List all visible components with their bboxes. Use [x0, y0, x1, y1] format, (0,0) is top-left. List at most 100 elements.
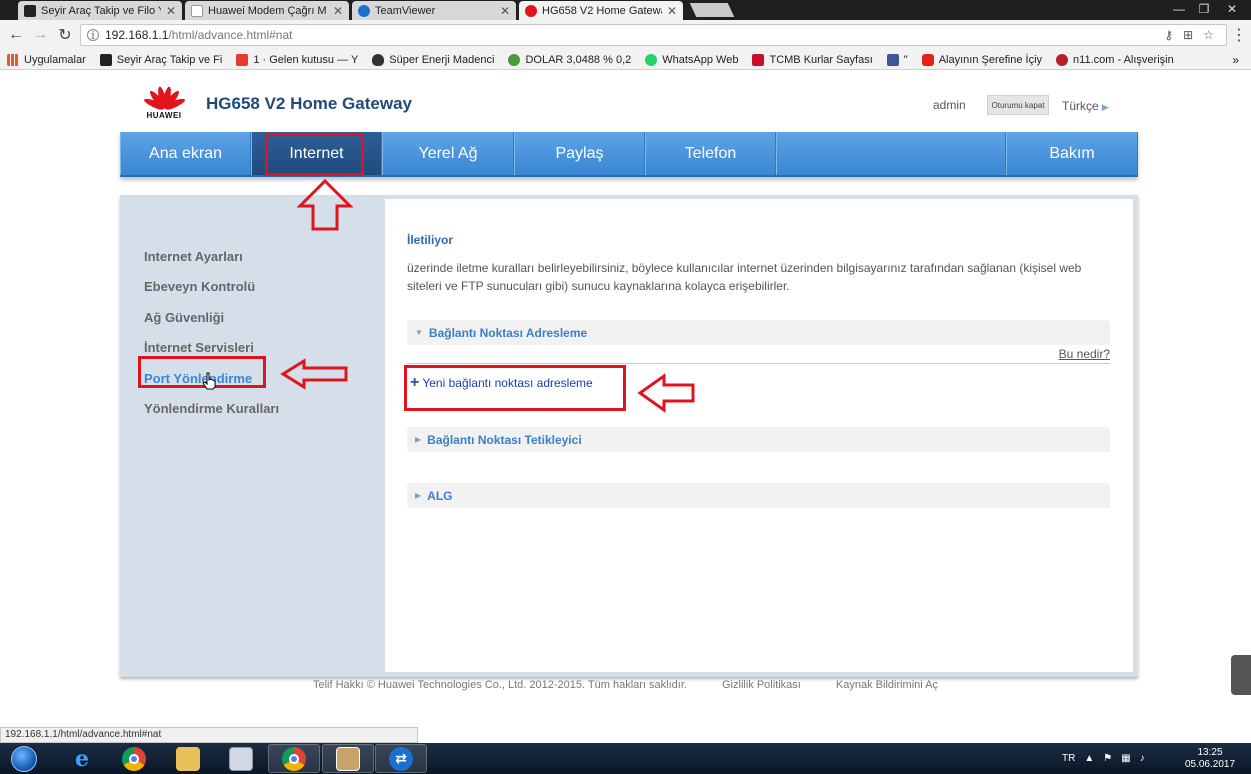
divider: [407, 363, 1110, 364]
taskbar-calculator[interactable]: [215, 744, 267, 773]
language-selector[interactable]: Türkçe ▶: [1062, 99, 1109, 113]
back-arrow-icon[interactable]: ←: [6, 25, 26, 45]
triangle-right-icon: ▶: [415, 435, 422, 444]
sidebar-item-label: Ebeveyn Kontrolü: [144, 279, 256, 295]
taskbar-chrome-active[interactable]: [268, 744, 320, 773]
close-tab-icon[interactable]: ✕: [333, 4, 343, 18]
bookmark-star-icon[interactable]: ☆: [1203, 28, 1214, 42]
sidebar-item-label: Yönlendirme Kuralları: [144, 401, 280, 417]
coin-icon: [508, 53, 521, 66]
bookmark-whatsapp[interactable]: WhatsApp Web: [638, 53, 745, 66]
facebook-icon: [886, 53, 899, 66]
close-tab-icon[interactable]: ✕: [500, 4, 510, 18]
close-window-icon[interactable]: ✕: [1220, 0, 1244, 18]
shield-icon: [372, 53, 385, 66]
translate-icon[interactable]: ⊞: [1183, 28, 1193, 42]
folder-icon: [176, 746, 200, 771]
source-notice-link[interactable]: Kaynak Bildirimini Aç: [836, 679, 938, 691]
help-link[interactable]: Bu nedir?: [1059, 347, 1110, 361]
nav-yerel-ag[interactable]: Yerel Ağ: [382, 132, 514, 175]
tab-seyir[interactable]: Seyir Araç Takip ve Filo Y ✕: [18, 1, 182, 20]
taskbar-ie[interactable]: e: [56, 744, 108, 773]
bookmark-label: 1 · Gelen kutusu — Y: [253, 53, 359, 66]
key-icon[interactable]: ⚷: [1164, 28, 1173, 42]
reload-icon[interactable]: ↻: [55, 25, 75, 45]
nav-label: Ana ekran: [149, 144, 222, 162]
bookmark-n11[interactable]: n11.com - Alışverişin: [1049, 53, 1181, 66]
sidebar-item-ebeveyn-kontrolu[interactable]: Ebeveyn Kontrolü: [144, 272, 279, 303]
sidebar-item-label: İnternet Servisleri: [144, 340, 254, 356]
bookmark-super-enerji[interactable]: Süper Enerji Madenci: [365, 53, 501, 66]
logout-button[interactable]: Oturumu kapat: [987, 95, 1049, 115]
network-icon[interactable]: ▦: [1121, 753, 1130, 764]
accordion-title: Bağlantı Noktası Tetikleyici: [427, 432, 582, 447]
menu-dots-icon[interactable]: ⋮: [1229, 25, 1249, 45]
bookmark-label: Süper Enerji Madenci: [389, 53, 495, 66]
volume-icon[interactable]: ♪: [1140, 753, 1145, 764]
calculator-icon: [229, 746, 253, 771]
seyir-icon: [99, 53, 112, 66]
accordion-alg[interactable]: ▶ ALG: [407, 483, 1110, 508]
privacy-link[interactable]: Gizlilik Politikası: [722, 679, 801, 691]
teamviewer-side-widget[interactable]: [1231, 655, 1251, 695]
bookmark-tcmb[interactable]: TCMB Kurlar Sayfası: [745, 53, 879, 66]
accordion-title: ALG: [427, 488, 453, 503]
tcmb-icon: [752, 53, 765, 66]
address-bar[interactable]: i 192.168.1.1/html/advance.html#nat ⚷ ⊞ …: [80, 24, 1227, 46]
system-tray: TR ▲ ⚑ ▦ ♪: [1062, 743, 1145, 774]
tab-huawei-modem[interactable]: Huawei Modem Çağrı M ✕: [185, 1, 349, 20]
start-button[interactable]: [6, 744, 42, 774]
document-favicon-icon: [191, 4, 203, 17]
nav-telefon[interactable]: Telefon: [645, 132, 776, 175]
nav-paylas[interactable]: Paylaş: [514, 132, 645, 175]
nav-bakim[interactable]: Bakım: [1006, 132, 1138, 175]
internet-explorer-icon: e: [75, 745, 89, 772]
username: admin: [933, 98, 966, 112]
huawei-flower-icon: [142, 80, 187, 112]
minimize-icon[interactable]: —: [1167, 0, 1191, 18]
sidebar-item-internet-ayarlari[interactable]: Internet Ayarları: [144, 241, 279, 272]
tab-teamviewer[interactable]: TeamViewer ✕: [352, 1, 516, 20]
forward-arrow-icon[interactable]: →: [30, 25, 50, 45]
bookmarks-bar: Uygulamalar Seyir Araç Takip ve Fi 1 · G…: [0, 50, 1251, 70]
tab-title: TeamViewer: [375, 4, 436, 17]
sidebar-item-yonlendirme-kurallari[interactable]: Yönlendirme Kuralları: [144, 394, 279, 425]
bookmark-dolar[interactable]: DOLAR 3,0488 % 0,2: [501, 53, 638, 66]
show-hidden-icons-icon[interactable]: ▲: [1084, 753, 1094, 764]
triangle-down-icon: ▼: [415, 328, 423, 337]
tab-hg658[interactable]: HG658 V2 Home Gatewa ✕: [519, 1, 683, 20]
taskbar-explorer[interactable]: [162, 744, 214, 773]
close-tab-icon[interactable]: ✕: [166, 4, 176, 18]
bookmark-mail[interactable]: 1 · Gelen kutusu — Y: [229, 53, 365, 66]
main-panel: İletiliyor üzerinde iletme kuralları bel…: [385, 199, 1133, 672]
accordion-port-mapping[interactable]: ▼ Bağlantı Noktası Adresleme: [407, 320, 1110, 345]
clock[interactable]: 13:25 05.06.2017: [1180, 747, 1240, 771]
maximize-icon[interactable]: ❐: [1192, 0, 1216, 18]
bookmark-apps[interactable]: Uygulamalar: [0, 53, 93, 66]
info-icon[interactable]: i: [87, 29, 99, 42]
nav-ana-ekran[interactable]: Ana ekran: [120, 132, 251, 175]
sidebar-item-label: Ağ Güvenliği: [144, 309, 225, 325]
taskbar-teamviewer[interactable]: ⇄: [375, 744, 427, 773]
tab-strip: Seyir Araç Takip ve Filo Y ✕ Huawei Mode…: [0, 0, 1251, 20]
language-indicator[interactable]: TR: [1062, 753, 1075, 764]
bookmark-seyir[interactable]: Seyir Araç Takip ve Fi: [93, 53, 230, 66]
triangle-right-icon: ▶: [415, 491, 422, 500]
apps-grid-icon: [7, 53, 19, 66]
bookmark-label: WhatsApp Web: [662, 53, 739, 66]
close-tab-icon[interactable]: ✕: [667, 4, 677, 18]
bookmark-facebook[interactable]: ": [880, 53, 915, 66]
taskbar-chrome[interactable]: [108, 744, 160, 773]
more-bookmarks-icon[interactable]: »: [1232, 53, 1239, 67]
new-tab-button[interactable]: [689, 3, 735, 17]
accordion-port-trigger[interactable]: ▶ Bağlantı Noktası Tetikleyici: [407, 427, 1110, 452]
sidebar-item-ag-guvenligi[interactable]: Ağ Güvenliği: [144, 302, 279, 333]
whatsapp-icon: [645, 53, 658, 66]
taskbar: e ⇄ TR ▲ ⚑ ▦ ♪ 13:25 05.06.2017: [0, 743, 1251, 774]
taskbar-app[interactable]: [322, 744, 374, 773]
toolbar: ← → ↻ i 192.168.1.1/html/advance.html#na…: [0, 20, 1251, 50]
bookmark-youtube[interactable]: Alayının Şerefine İçiy: [915, 53, 1049, 66]
tab-title: Seyir Araç Takip ve Filo Y: [41, 4, 161, 17]
tab-title: Huawei Modem Çağrı M: [208, 4, 327, 17]
action-center-icon[interactable]: ⚑: [1103, 753, 1112, 764]
